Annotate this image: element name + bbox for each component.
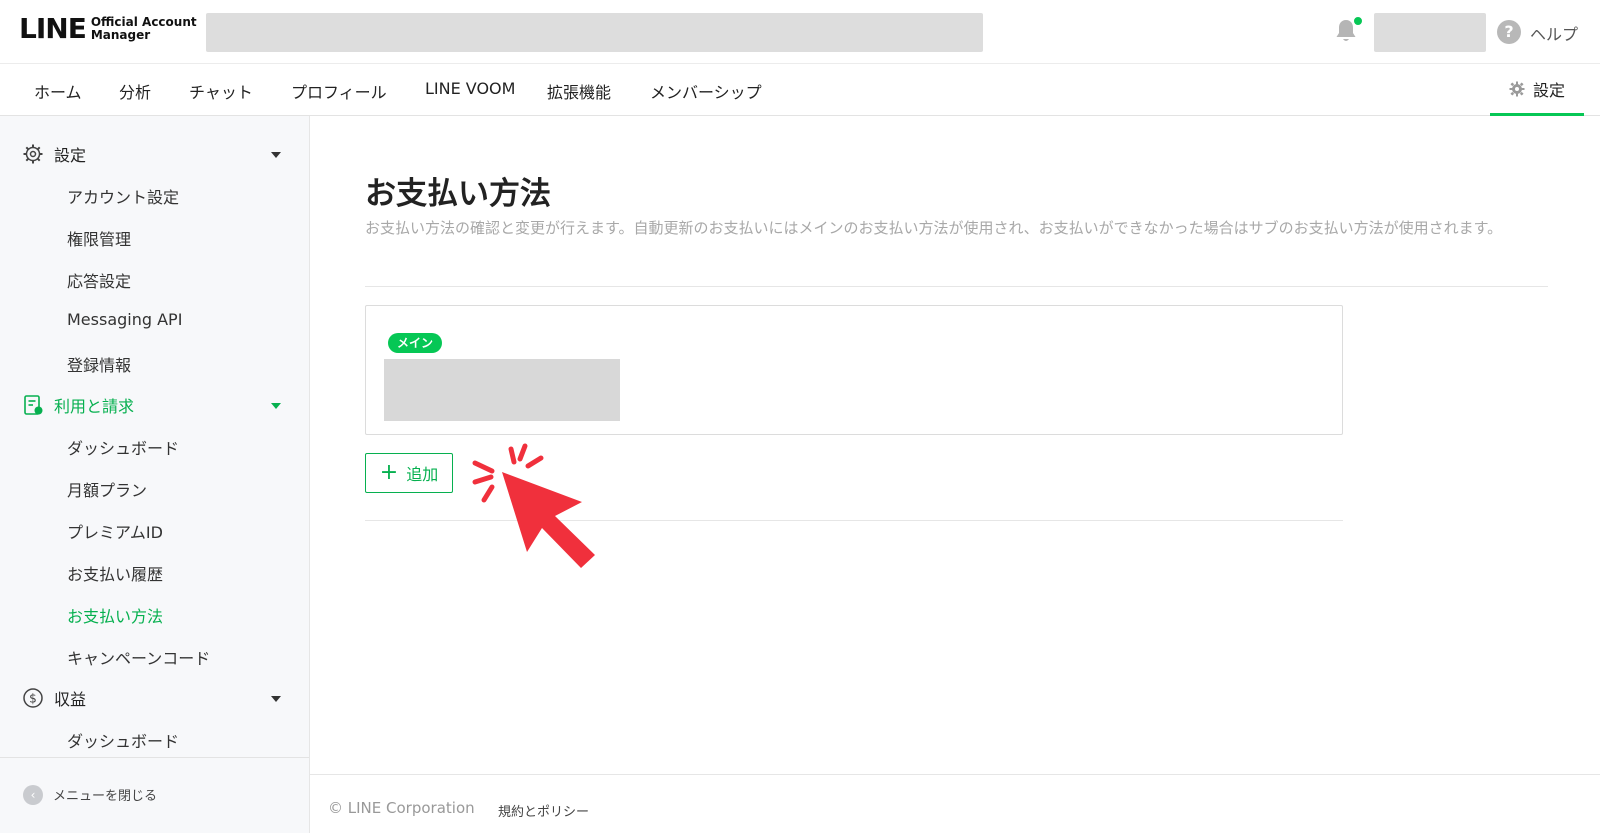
tab-membership[interactable]: メンバーシップ — [650, 79, 762, 103]
collapse-menu-button[interactable]: メニューを閉じる — [53, 785, 157, 804]
sidebar-item-response-settings[interactable]: 応答設定 — [67, 268, 131, 292]
help-link[interactable]: ヘルプ — [1530, 21, 1578, 45]
sidebar-group-revenue[interactable]: $ 収益 — [22, 686, 86, 710]
chevron-down-icon[interactable] — [271, 152, 281, 158]
sidebar-group-label: 利用と請求 — [54, 397, 135, 416]
sidebar-item-messaging-api[interactable]: Messaging API — [67, 310, 182, 329]
logo-subtitle: Official Account Manager — [90, 15, 197, 42]
divider — [365, 286, 1548, 287]
gear-icon — [23, 144, 43, 164]
main-nav: ホーム 分析 チャット プロフィール LINE VOOM 拡張機能 メンバーシッ… — [0, 64, 1600, 116]
sidebar-item-dashboard[interactable]: ダッシュボード — [67, 435, 179, 459]
svg-text:$: $ — [29, 692, 37, 706]
tab-profile[interactable]: プロフィール — [291, 79, 387, 103]
account-selector[interactable] — [206, 13, 983, 52]
tab-home[interactable]: ホーム — [34, 79, 82, 103]
payment-method-details — [384, 359, 620, 421]
tab-extensions[interactable]: 拡張機能 — [547, 79, 611, 103]
gear-icon — [1509, 81, 1525, 96]
sidebar-item-revenue-dashboard[interactable]: ダッシュボード — [67, 728, 179, 752]
terms-policy-link[interactable]: 規約とポリシー — [498, 801, 589, 820]
page-footer: © LINE Corporation 規約とポリシー — [310, 774, 1600, 833]
tab-settings[interactable]: 設定 — [1490, 64, 1584, 116]
sidebar-item-account-settings[interactable]: アカウント設定 — [67, 184, 179, 208]
sidebar-item-payment-history[interactable]: お支払い履歴 — [67, 561, 163, 585]
tab-analytics[interactable]: 分析 — [119, 79, 151, 103]
sidebar-group-billing[interactable]: 利用と請求 — [22, 393, 134, 417]
sidebar-item-permissions[interactable]: 権限管理 — [67, 226, 131, 250]
user-account-menu[interactable] — [1374, 13, 1486, 52]
invoice-icon — [24, 395, 43, 415]
sidebar-item-registration-info[interactable]: 登録情報 — [67, 352, 131, 376]
sidebar-group-label: 設定 — [54, 146, 87, 165]
logo-wordmark: LINE — [19, 12, 87, 45]
notification-indicator — [1353, 16, 1363, 26]
add-button-label: 追加 — [406, 465, 439, 484]
sidebar-footer: ‹ メニューを閉じる — [0, 757, 309, 833]
copyright-text: © LINE Corporation — [328, 799, 475, 817]
chevron-down-icon[interactable] — [271, 403, 281, 409]
payment-method-card[interactable]: メイン — [365, 305, 1343, 435]
help-icon[interactable]: ? — [1497, 20, 1521, 44]
chevron-down-icon[interactable] — [271, 696, 281, 702]
sidebar: 設定 アカウント設定 権限管理 応答設定 Messaging API 登録情報 … — [0, 116, 310, 833]
page-title: お支払い方法 — [365, 176, 551, 212]
add-payment-method-button[interactable]: + 追加 — [365, 453, 453, 493]
sidebar-group-settings[interactable]: 設定 — [22, 142, 86, 166]
top-header: LINE Official Account Manager ? ヘルプ — [0, 0, 1600, 64]
dollar-icon: $ — [23, 688, 43, 708]
tab-chat[interactable]: チャット — [189, 79, 253, 103]
tab-settings-label: 設定 — [1532, 80, 1565, 100]
sidebar-item-monthly-plan[interactable]: 月額プラン — [67, 477, 147, 501]
sidebar-group-label: 収益 — [54, 690, 87, 709]
main-badge: メイン — [388, 333, 443, 353]
page-description: お支払い方法の確認と変更が行えます。自動更新のお支払いにはメインのお支払い方法が… — [365, 219, 1503, 237]
tab-line-voom[interactable]: LINE VOOM — [425, 79, 515, 98]
sidebar-item-premium-id[interactable]: プレミアムID — [67, 519, 163, 543]
chevron-left-icon[interactable]: ‹ — [23, 785, 43, 805]
line-oa-manager-logo[interactable]: LINE Official Account Manager — [19, 14, 197, 44]
sidebar-item-payment-methods[interactable]: お支払い方法 — [67, 603, 163, 627]
sidebar-item-campaign-code[interactable]: キャンペーンコード — [67, 645, 210, 669]
click-pointer-annotation-icon — [472, 443, 595, 568]
plus-icon: + — [379, 460, 399, 485]
